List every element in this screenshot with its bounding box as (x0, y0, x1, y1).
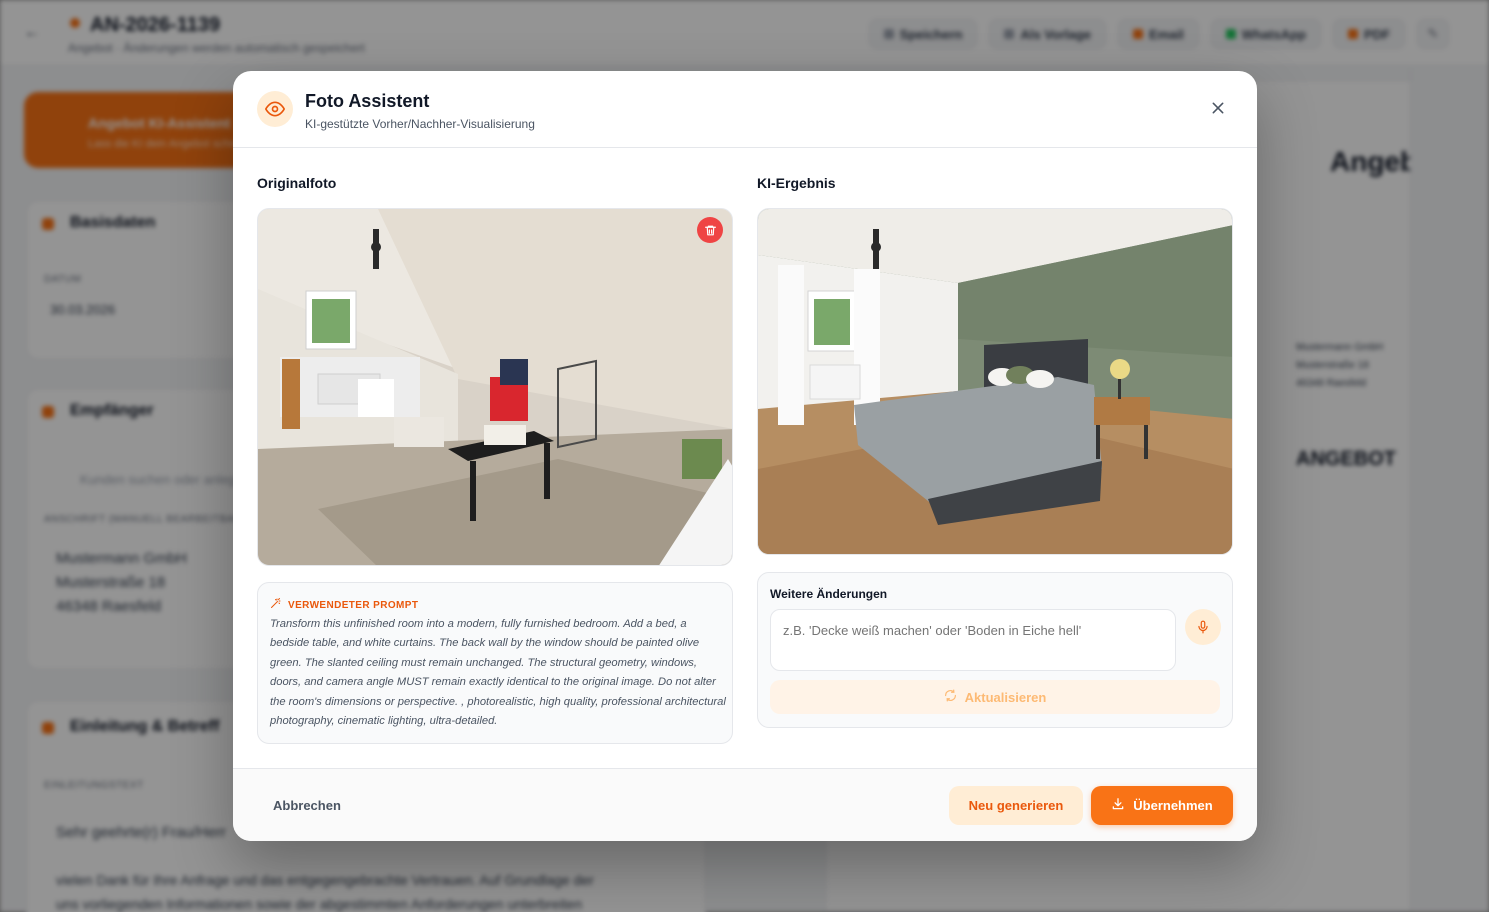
refresh-icon (944, 689, 957, 705)
modal-header: Foto Assistent KI-gestützte Vorher/Nachh… (233, 71, 1257, 148)
original-photo-label: Originalfoto (257, 175, 337, 191)
magic-wand-icon (270, 596, 282, 614)
ai-result-label: KI-Ergebnis (757, 175, 836, 191)
modal-subtitle: KI-gestützte Vorher/Nachher-Visualisieru… (305, 117, 535, 131)
further-changes-input[interactable] (770, 609, 1176, 671)
apply-label: Übernehmen (1133, 798, 1213, 813)
update-label: Aktualisieren (964, 689, 1047, 705)
further-changes-label: Weitere Änderungen (770, 587, 888, 601)
close-icon[interactable] (1207, 97, 1229, 119)
used-prompt-box: VERWENDETER PROMPT Transform this unfini… (257, 582, 733, 744)
ai-result-photo (757, 208, 1233, 555)
download-icon (1111, 797, 1125, 814)
microphone-icon[interactable] (1185, 609, 1221, 645)
modal-title: Foto Assistent (305, 91, 430, 111)
prompt-label: VERWENDETER PROMPT (288, 599, 419, 611)
update-button[interactable]: Aktualisieren (770, 680, 1220, 714)
original-photo (257, 208, 733, 566)
prompt-text: Transform this unfinished room into a mo… (270, 618, 726, 728)
cancel-button[interactable]: Abbrechen (257, 786, 357, 824)
photo-assistant-modal: Foto Assistent KI-gestützte Vorher/Nachh… (233, 71, 1257, 841)
modal-footer: Abbrechen Neu generieren Übernehmen (233, 768, 1257, 841)
eye-icon (257, 91, 293, 127)
trash-icon[interactable] (697, 217, 723, 243)
apply-button[interactable]: Übernehmen (1091, 786, 1233, 825)
further-changes-box: Weitere Änderungen Aktualisieren (757, 572, 1233, 728)
prompt-header: VERWENDETER PROMPT (270, 596, 418, 614)
regenerate-button[interactable]: Neu generieren (949, 786, 1083, 825)
